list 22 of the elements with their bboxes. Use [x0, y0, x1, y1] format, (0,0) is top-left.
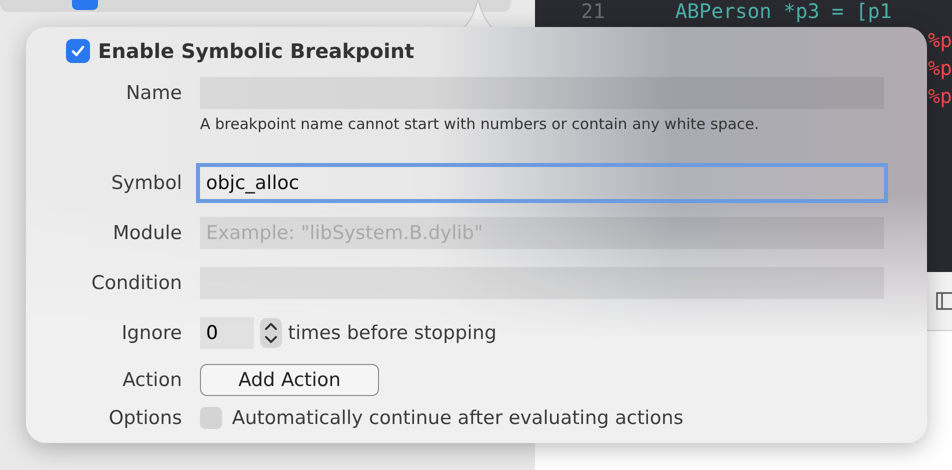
field-label: Condition	[90, 271, 182, 296]
checkbox[interactable]	[66, 39, 90, 63]
panel-icon[interactable]	[936, 290, 952, 312]
stepper-icon[interactable]	[260, 318, 282, 348]
code-fragment: %p	[928, 28, 952, 52]
field-label: Name	[124, 81, 182, 106]
add-action-button[interactable]: Add Action	[200, 364, 379, 396]
hint-text: A breakpoint name cannot start with numbers or contain any white space.	[200, 115, 760, 133]
checkbox-label: Automatically continue after evaluating actions	[232, 407, 684, 429]
popover-title: Enable Symbolic Breakpoint	[98, 39, 414, 63]
line-number: 21	[581, 0, 606, 22]
code-fragment: %p	[928, 84, 952, 108]
field-label: Ignore	[120, 321, 182, 346]
field-label: Symbol	[110, 171, 182, 196]
field-label: Action	[121, 368, 182, 393]
code-line: ABPerson *p3 = [p1	[675, 0, 892, 22]
field-label: Module	[112, 221, 182, 246]
checkmark-icon	[70, 43, 86, 59]
stepper-suffix: times before stopping	[288, 322, 497, 344]
checkbox[interactable]	[200, 407, 222, 429]
field-label: Options	[108, 406, 182, 431]
code-fragment: %p	[928, 56, 952, 80]
